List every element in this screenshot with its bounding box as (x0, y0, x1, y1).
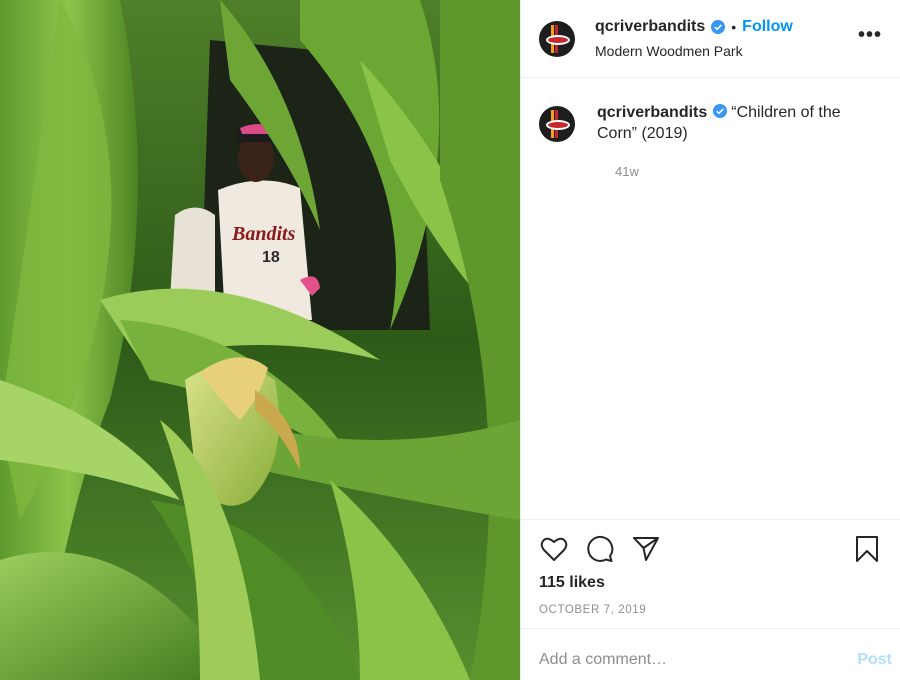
post-photo[interactable]: Bandits 18 (0, 0, 520, 680)
caption-username-link[interactable]: qcriverbandits (597, 104, 707, 121)
comment-icon (587, 536, 614, 562)
river-bandits-logo-icon (541, 22, 573, 55)
caption-area: qcriverbandits “Children of the Corn” (20… (521, 78, 900, 520)
svg-text:18: 18 (262, 249, 280, 266)
corn-field-image: Bandits 18 (0, 0, 520, 680)
caption-timestamp[interactable]: 41w (615, 164, 882, 179)
likes-count[interactable]: 115 likes (521, 564, 900, 592)
like-button[interactable] (539, 534, 569, 564)
bookmark-icon (856, 536, 878, 562)
header-text: qcriverbandits • Follow Modern Woodmen P… (595, 18, 858, 59)
follow-button[interactable]: Follow (742, 18, 793, 36)
post-panel: qcriverbandits • Follow Modern Woodmen P… (520, 0, 900, 680)
river-bandits-logo-icon (541, 108, 573, 140)
heart-icon (540, 537, 568, 561)
post-header: qcriverbandits • Follow Modern Woodmen P… (521, 0, 900, 78)
separator-dot: • (731, 19, 737, 35)
comment-bar: Post (521, 628, 900, 680)
post-button[interactable]: Post (857, 641, 892, 669)
caption-avatar[interactable] (539, 106, 575, 142)
location-link[interactable]: Modern Woodmen Park (595, 43, 858, 59)
caption-text: qcriverbandits “Children of the Corn” (20… (597, 102, 867, 144)
verified-badge-icon (713, 104, 728, 118)
username-link[interactable]: qcriverbandits (595, 18, 705, 36)
caption: qcriverbandits “Children of the Corn” (20… (539, 102, 882, 144)
comment-input[interactable] (539, 640, 858, 669)
avatar[interactable] (539, 20, 575, 57)
verified-badge-icon (711, 20, 726, 34)
share-button[interactable] (631, 534, 661, 564)
comment-button[interactable] (585, 534, 615, 564)
save-button[interactable] (852, 534, 882, 564)
svg-text:Bandits: Bandits (231, 223, 296, 245)
action-bar (521, 520, 900, 564)
more-options-button[interactable]: ••• (858, 24, 882, 47)
post-date: OCTOBER 7, 2019 (539, 604, 647, 616)
share-icon (633, 537, 659, 561)
